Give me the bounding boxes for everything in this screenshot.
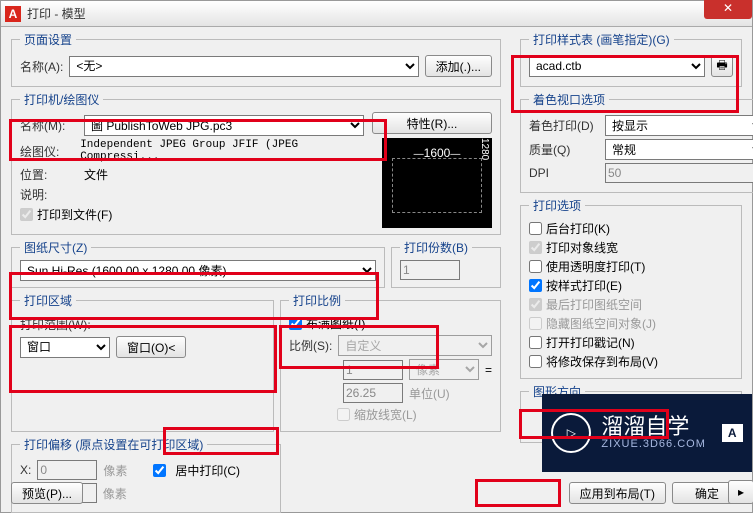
copies-group: 打印份数(B) <box>391 239 501 288</box>
center-plot-checkbox[interactable] <box>153 464 166 477</box>
preview-button[interactable]: 预览(P)... <box>11 482 83 504</box>
equals-icon: = <box>485 363 492 377</box>
plot-style-table-legend: 打印样式表 (画笔指定)(G) <box>529 31 674 48</box>
paper-preview: —1600— 1280 <box>382 138 492 228</box>
printer-name-label: 名称(M): <box>20 117 78 134</box>
page-setup-group: 页面设置 名称(A): <无> 添加(.)... <box>11 31 501 87</box>
paper-size-legend: 图纸尺寸(Z) <box>20 239 91 256</box>
paper-size-group: 图纸尺寸(Z) Sun Hi-Res (1600.00 x 1280.00 像素… <box>11 239 385 288</box>
fit-to-paper-checkbox[interactable] <box>289 317 302 330</box>
plot-style-table-group: 打印样式表 (画笔指定)(G) acad.ctb 🖶 <box>520 31 742 87</box>
plot-style-table-select[interactable]: acad.ctb <box>529 56 705 77</box>
scale-unit2: 单位(U) <box>409 385 450 402</box>
close-button[interactable]: ✕ <box>704 0 752 19</box>
opt-save-changes-checkbox[interactable] <box>529 355 542 368</box>
printer-legend: 打印机/绘图仪 <box>20 91 103 108</box>
quality-label: 质量(Q) <box>529 141 599 158</box>
opt-hide-paperspace-checkbox <box>529 317 542 330</box>
edit-style-table-button[interactable]: 🖶 <box>711 55 733 77</box>
print-dialog: A 打印 - 模型 ✕ 页面设置 名称(A): <无> 添加(.)... 打印机… <box>0 0 753 513</box>
add-page-setup-button[interactable]: 添加(.)... <box>425 55 492 77</box>
opt-styles-label: 按样式打印(E) <box>546 277 622 294</box>
printer-properties-button[interactable]: 特性(R)... <box>372 112 492 134</box>
expand-button[interactable]: ▸ <box>728 480 753 504</box>
opt-paperspace-last-label: 最后打印图纸空间 <box>546 296 642 313</box>
plot-scale-group: 打印比例 布满图纸(I) 比例(S): 自定义 像素 = 单位(U) <box>280 292 501 432</box>
scale-num2 <box>343 383 403 403</box>
page-name-select[interactable]: <无> <box>69 56 418 77</box>
shaded-viewport-group: 着色视口选项 着色打印(D) 按显示 质量(Q) 常规 DPI <box>520 91 753 193</box>
plot-options-group: 打印选项 后台打印(K) 打印对象线宽 使用透明度打印(T) 按样式打印(E) … <box>520 197 742 379</box>
opt-paperspace-last-checkbox <box>529 298 542 311</box>
shade-plot-select[interactable]: 按显示 <box>605 115 753 136</box>
center-plot-label: 居中打印(C) <box>175 462 240 479</box>
copies-legend: 打印份数(B) <box>400 239 472 256</box>
opt-background-checkbox[interactable] <box>529 222 542 235</box>
page-setup-legend: 页面设置 <box>20 31 76 48</box>
window-pick-button[interactable]: 窗口(O)< <box>116 336 186 358</box>
offset-x-input <box>37 460 97 480</box>
quality-select[interactable]: 常规 <box>605 139 753 160</box>
play-icon: ▷ <box>551 413 591 453</box>
where-value: 文件 <box>84 166 108 183</box>
copies-input <box>400 260 460 280</box>
fit-to-paper-label: 布满图纸(I) <box>306 315 365 332</box>
plot-area-legend: 打印区域 <box>20 292 76 309</box>
opt-save-changes-label: 将修改保存到布局(V) <box>546 353 658 370</box>
dpi-label: DPI <box>529 166 599 180</box>
watermark-trailing: A <box>722 424 743 442</box>
plot-scale-legend: 打印比例 <box>289 292 345 309</box>
app-icon: A <box>5 6 21 22</box>
opt-stamp-checkbox[interactable] <box>529 336 542 349</box>
watermark-url: ZIXUE.3D66.COM <box>601 438 705 450</box>
apply-to-layout-button[interactable]: 应用到布局(T) <box>569 482 666 504</box>
opt-transparency-label: 使用透明度打印(T) <box>546 258 645 275</box>
printer-name-select[interactable]: 圖 PublishToWeb JPG.pc3 <box>84 115 364 136</box>
print-to-file-checkbox <box>20 208 33 221</box>
titlebar: A 打印 - 模型 ✕ <box>1 1 752 27</box>
scale-unit1: 像素 <box>409 359 479 380</box>
opt-lineweights-label: 打印对象线宽 <box>546 239 618 256</box>
dpi-input <box>605 163 753 183</box>
opt-transparency-checkbox[interactable] <box>529 260 542 273</box>
plotter-value: Independent JPEG Group JFIF (JPEG Compre… <box>80 139 364 163</box>
scale-lineweights-label: 缩放线宽(L) <box>354 406 417 423</box>
plot-options-legend: 打印选项 <box>529 197 585 214</box>
shade-plot-label: 着色打印(D) <box>529 117 599 134</box>
paper-size-select[interactable]: Sun Hi-Res (1600.00 x 1280.00 像素) <box>20 260 376 281</box>
shaded-viewport-legend: 着色视口选项 <box>529 91 609 108</box>
opt-lineweights-checkbox <box>529 241 542 254</box>
plot-what-label: 打印范围(W): <box>20 316 91 333</box>
watermark-brand: 溜溜自学 <box>601 416 705 438</box>
opt-styles-checkbox[interactable] <box>529 279 542 292</box>
plot-area-group: 打印区域 打印范围(W): 窗口 窗口(O)< <box>11 292 274 432</box>
desc-label: 说明: <box>20 186 78 203</box>
opt-stamp-label: 打开打印戳记(N) <box>546 334 635 351</box>
page-name-label: 名称(A): <box>20 58 63 75</box>
print-to-file-label: 打印到文件(F) <box>37 206 112 223</box>
scale-num1 <box>343 360 403 380</box>
opt-hide-paperspace-label: 隐藏图纸空间对象(J) <box>546 315 656 332</box>
offset-x-label: X: <box>20 463 31 477</box>
scale-label: 比例(S): <box>289 337 332 354</box>
scale-lineweights-checkbox <box>337 408 350 421</box>
plot-offset-legend: 打印偏移 (原点设置在可打印区域) <box>20 436 207 453</box>
offset-x-unit: 像素 <box>103 462 127 479</box>
window-title: 打印 - 模型 <box>27 5 86 22</box>
opt-background-label: 后台打印(K) <box>546 220 610 237</box>
scale-select: 自定义 <box>338 335 492 356</box>
watermark-overlay: ▷ 溜溜自学 ZIXUE.3D66.COM A <box>542 394 752 472</box>
plotter-label: 绘图仪: <box>20 143 74 160</box>
plot-what-select[interactable]: 窗口 <box>20 337 110 358</box>
printer-group: 打印机/绘图仪 名称(M): 圖 PublishToWeb JPG.pc3 绘图… <box>11 91 501 235</box>
where-label: 位置: <box>20 166 78 183</box>
